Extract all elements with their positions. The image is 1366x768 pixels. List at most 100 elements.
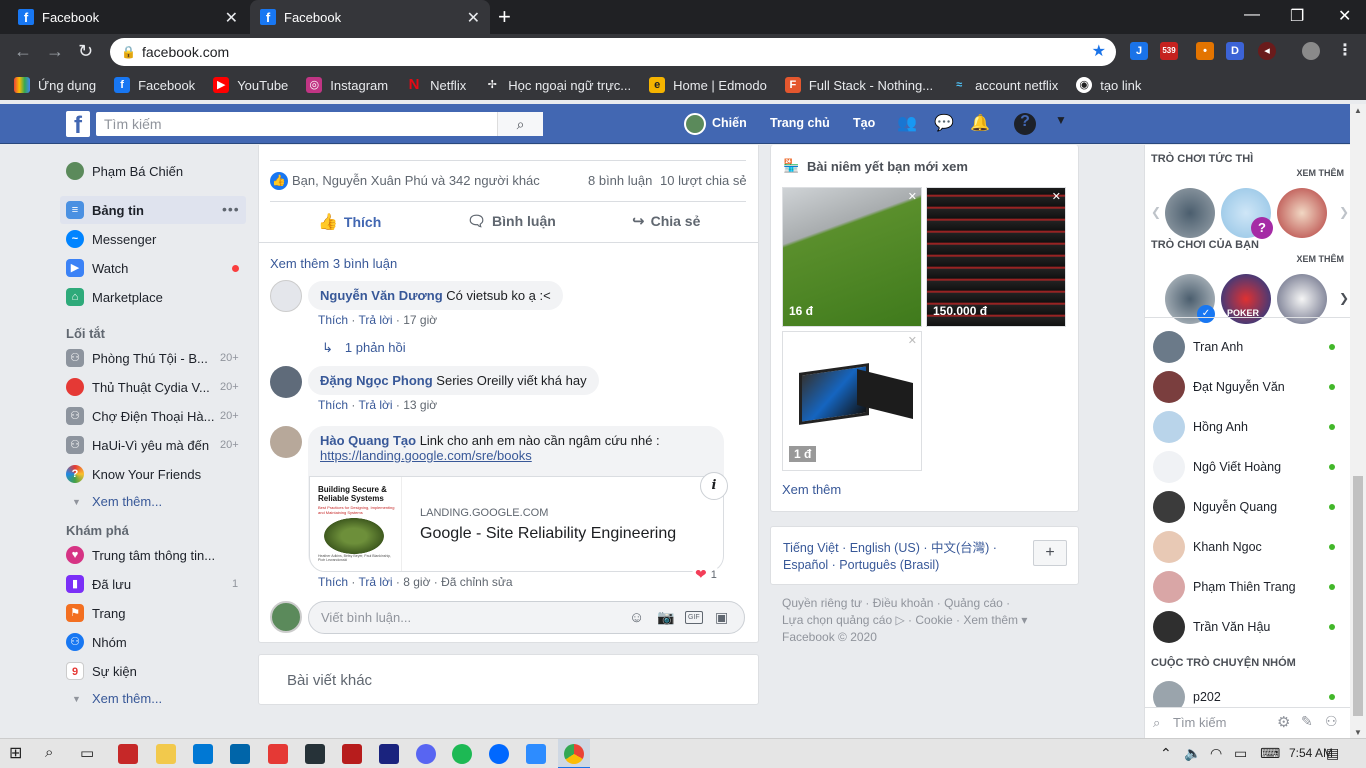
window-close-icon[interactable]: ✕: [1338, 6, 1351, 26]
reactions-summary[interactable]: Bạn, Nguyễn Xuân Phú và 342 người khác: [292, 173, 540, 188]
comment-like-link[interactable]: Thích: [318, 313, 348, 327]
instant-games-see-more[interactable]: XEM THÊM: [1296, 168, 1344, 178]
shortcut-item[interactable]: ⚇ Phòng Thú Tội - B...: [66, 347, 208, 369]
discord-icon[interactable]: [416, 744, 436, 764]
bookmark-tao-link[interactable]: ◉ tạo link: [1076, 77, 1141, 93]
file-explorer-icon[interactable]: [156, 744, 176, 764]
zalo-icon[interactable]: [489, 744, 509, 764]
chat-friend[interactable]: Khanh Ngoc: [1153, 531, 1343, 563]
explore-see-more[interactable]: Xem thêm...: [92, 691, 162, 706]
share-button[interactable]: ↪ Chia sẻ: [632, 212, 700, 230]
bookmark-facebook[interactable]: f Facebook: [114, 77, 195, 93]
app-icon[interactable]: [118, 744, 138, 764]
commenter-name[interactable]: Hào Quang Tạo: [320, 433, 416, 448]
search-icon[interactable]: ⌕: [45, 744, 65, 764]
view-more-comments[interactable]: Xem thêm 3 bình luận: [270, 256, 397, 271]
bookmark-instagram[interactable]: ◎ Instagram: [306, 77, 388, 93]
page-scrollbar[interactable]: ▲ ▼: [1350, 104, 1366, 740]
facebook-search-input[interactable]: Tìm kiếm ⌕: [96, 112, 543, 136]
minimize-icon[interactable]: —: [1244, 6, 1260, 24]
bookmark-language[interactable]: ✢ Học ngoại ngữ trực...: [484, 77, 632, 93]
chat-friend[interactable]: Tran Anh: [1153, 331, 1343, 363]
bookmark-edmodo[interactable]: e Home | Edmodo: [649, 77, 767, 93]
close-tab-icon[interactable]: ✕: [225, 8, 238, 28]
explore-item[interactable]: ▮ Đã lưu: [66, 573, 131, 595]
footer-links[interactable]: Quyền riêng tư · Điều khoản · Quảng cáo …: [782, 595, 1027, 646]
app-icon[interactable]: [305, 744, 325, 764]
extension-j-icon[interactable]: J: [1130, 42, 1148, 60]
shortcuts-see-more[interactable]: Xem thêm...: [92, 494, 162, 509]
header-create-link[interactable]: Tạo: [853, 116, 875, 130]
tray-chevron-up-icon[interactable]: ⌃: [1160, 745, 1172, 762]
shortcut-item[interactable]: ⚇ Chợ Điện Thoại Hà...: [66, 405, 214, 427]
chat-friend[interactable]: Hồng Anh: [1153, 411, 1343, 443]
extension-volume-icon[interactable]: ◂: [1258, 42, 1276, 60]
marketplace-item-laptop-on-grass[interactable]: ✕ 16 đ: [782, 187, 922, 327]
comments-count[interactable]: 8 bình luận: [588, 173, 652, 188]
explore-item[interactable]: ⚑ Trang: [66, 602, 125, 624]
address-bar[interactable]: 🔒 facebook.com ★: [110, 38, 1116, 66]
dismiss-icon[interactable]: ✕: [908, 334, 917, 347]
scrollbar-thumb[interactable]: [1353, 476, 1363, 716]
comment-like-link[interactable]: Thích: [318, 398, 348, 412]
view-replies[interactable]: ↳ 1 phản hồi: [322, 340, 406, 356]
like-button[interactable]: 👍 Thích: [318, 212, 381, 232]
chevron-right-icon[interactable]: ❯: [1339, 205, 1349, 219]
header-home-link[interactable]: Trang chủ: [770, 116, 830, 130]
menu-dots-icon[interactable]: ⋮: [1336, 42, 1354, 60]
explore-item[interactable]: ♥ Trung tâm thông tin...: [66, 544, 215, 566]
comment-reply-link[interactable]: Trả lời: [358, 313, 392, 327]
back-icon[interactable]: ←: [14, 41, 32, 62]
gif-icon[interactable]: GIF: [685, 611, 703, 624]
search-icon[interactable]: ⌕: [497, 112, 543, 136]
forward-icon[interactable]: →: [46, 41, 64, 62]
spotify-icon[interactable]: [452, 744, 472, 764]
scroll-down-icon[interactable]: ▼: [1354, 728, 1362, 737]
sidebar-profile[interactable]: Phạm Bá Chiến: [66, 160, 183, 182]
sidebar-item-watch[interactable]: ▶ Watch: [66, 257, 128, 279]
sidebar-item-messenger[interactable]: ~ Messenger: [66, 228, 156, 250]
help-icon[interactable]: ?: [1014, 113, 1036, 135]
extension-d-icon[interactable]: D: [1226, 42, 1244, 60]
comment-reaction-badge[interactable]: ❤ 1: [692, 566, 720, 583]
language-options[interactable]: Tiếng Việt · English (US) · 中文(台灣) · Esp…: [783, 540, 997, 574]
comment-reply-link[interactable]: Trả lời: [358, 398, 392, 412]
marketplace-item-gaming-laptop[interactable]: ✕ 1 đ: [782, 331, 922, 471]
reload-icon[interactable]: ↻: [78, 41, 93, 62]
user-avatar[interactable]: [684, 113, 706, 135]
windows-start-icon[interactable]: ⊞: [9, 743, 29, 763]
wifi-icon[interactable]: ◠: [1210, 745, 1222, 762]
chevron-left-icon[interactable]: ❮: [1151, 205, 1161, 219]
commenter-name[interactable]: Nguyễn Văn Dương: [320, 288, 443, 303]
header-user-link[interactable]: Chiến: [712, 116, 747, 130]
chat-friend[interactable]: Đạt Nguyễn Văn: [1153, 371, 1343, 403]
comment-link[interactable]: https://landing.google.com/sre/books: [320, 448, 532, 463]
battery-icon[interactable]: ▭: [1234, 745, 1247, 762]
commenter-avatar[interactable]: [270, 366, 302, 398]
extension-icon[interactable]: •: [1196, 42, 1214, 60]
dismiss-icon[interactable]: ✕: [908, 190, 917, 203]
notification-center-icon[interactable]: ▤: [1326, 745, 1339, 762]
emoji-icon[interactable]: ☺: [629, 602, 644, 633]
friend-requests-icon[interactable]: 👥: [896, 113, 918, 135]
chat-friend[interactable]: Ngô Viết Hoàng: [1153, 451, 1343, 483]
app-icon[interactable]: [193, 744, 213, 764]
shortcut-item[interactable]: Thủ Thuật Cydia V...: [66, 376, 210, 398]
account-menu-chevron-down-icon[interactable]: ▼: [1050, 113, 1072, 135]
chat-friend[interactable]: Phạm Thiên Trang: [1153, 571, 1343, 603]
close-tab-icon[interactable]: ✕: [467, 8, 480, 28]
notifications-bell-icon[interactable]: 🔔: [969, 113, 991, 135]
sticker-icon[interactable]: ▣: [715, 602, 728, 633]
chrome-icon[interactable]: [564, 744, 584, 764]
extension-gmail-icon[interactable]: 539: [1160, 42, 1178, 60]
sidebar-item-marketplace[interactable]: ⌂ Marketplace: [66, 286, 163, 308]
shortcut-item[interactable]: ⚇ HaUi-Vì yêu mà đến: [66, 434, 209, 456]
chat-search-bar[interactable]: ⌕ Tìm kiếm ⚙ ✎ ⚇: [1145, 707, 1351, 739]
chat-friend[interactable]: Nguyễn Quang: [1153, 491, 1343, 523]
shares-count[interactable]: 10 lượt chia sẻ: [660, 173, 747, 188]
browser-tab[interactable]: f Facebook ✕: [8, 0, 248, 34]
chat-friend[interactable]: Trần Văn Hậu: [1153, 611, 1343, 643]
bookmark-youtube[interactable]: ▶ YouTube: [213, 77, 288, 93]
profile-avatar-icon[interactable]: [1302, 42, 1320, 60]
more-options-icon[interactable]: •••: [222, 201, 240, 217]
